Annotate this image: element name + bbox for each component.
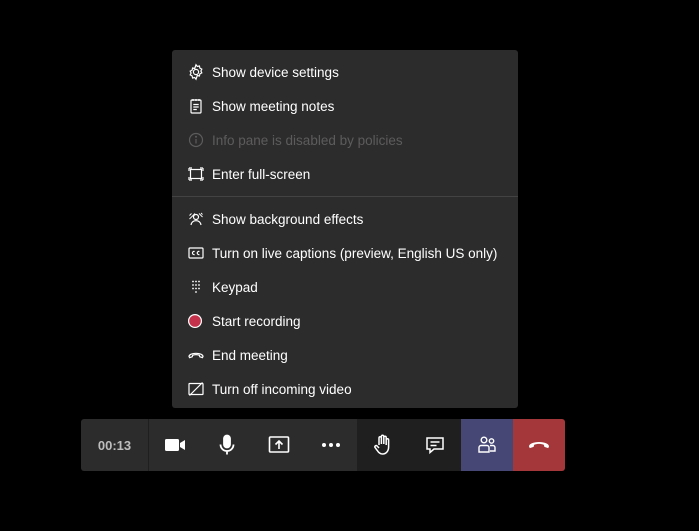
end-call-icon [187,346,205,364]
call-timer: 00:13 [81,419,149,471]
notes-icon [187,97,205,115]
menu-item-label: Show meeting notes [212,98,335,114]
menu-item-label: Start recording [212,313,301,329]
menu-item-label: End meeting [212,347,288,363]
chat-icon [426,437,444,455]
menu-divider [172,196,518,197]
meeting-stage: Show device settings Show meeting notes … [0,0,699,531]
gear-icon [187,63,205,81]
call-controls-bar: 00:13 [81,419,565,471]
more-icon [322,443,340,447]
background-effects-icon [187,210,205,228]
chat-button[interactable] [409,419,461,471]
menu-item-label: Show background effects [212,211,364,227]
participants-icon [478,436,496,453]
keypad-icon [187,278,205,296]
fullscreen-icon [187,165,205,183]
microphone-button[interactable] [201,419,253,471]
more-actions-menu: Show device settings Show meeting notes … [172,50,518,408]
menu-item-label: Show device settings [212,64,339,80]
hang-up-button[interactable] [513,419,565,471]
record-icon [187,312,205,330]
menu-item-full-screen[interactable]: Enter full-screen [172,157,518,191]
menu-item-label: Turn off incoming video [212,381,352,397]
menu-item-label: Keypad [212,279,258,295]
camera-button[interactable] [149,419,201,471]
menu-item-label: Enter full-screen [212,166,311,182]
participants-button[interactable] [461,419,513,471]
raise-hand-button[interactable] [357,419,409,471]
menu-item-label: Info pane is disabled by policies [212,132,403,148]
menu-item-live-captions[interactable]: Turn on live captions (preview, English … [172,236,518,270]
more-actions-button[interactable] [305,419,357,471]
menu-item-meeting-notes[interactable]: Show meeting notes [172,89,518,123]
menu-item-start-recording[interactable]: Start recording [172,304,518,338]
menu-item-info-pane: Info pane is disabled by policies [172,123,518,157]
share-screen-icon [268,436,290,453]
menu-item-end-meeting[interactable]: End meeting [172,338,518,372]
hang-up-icon [529,442,549,449]
menu-item-background-effects[interactable]: Show background effects [172,202,518,236]
menu-item-keypad[interactable]: Keypad [172,270,518,304]
captions-icon [187,244,205,262]
menu-item-incoming-video[interactable]: Turn off incoming video [172,372,518,406]
video-off-icon [187,380,205,398]
hand-icon [374,434,390,455]
info-icon [187,131,205,149]
microphone-icon [219,434,235,455]
menu-item-device-settings[interactable]: Show device settings [172,55,518,89]
menu-item-label: Turn on live captions (preview, English … [212,245,498,261]
camera-icon [165,439,185,451]
share-screen-button[interactable] [253,419,305,471]
